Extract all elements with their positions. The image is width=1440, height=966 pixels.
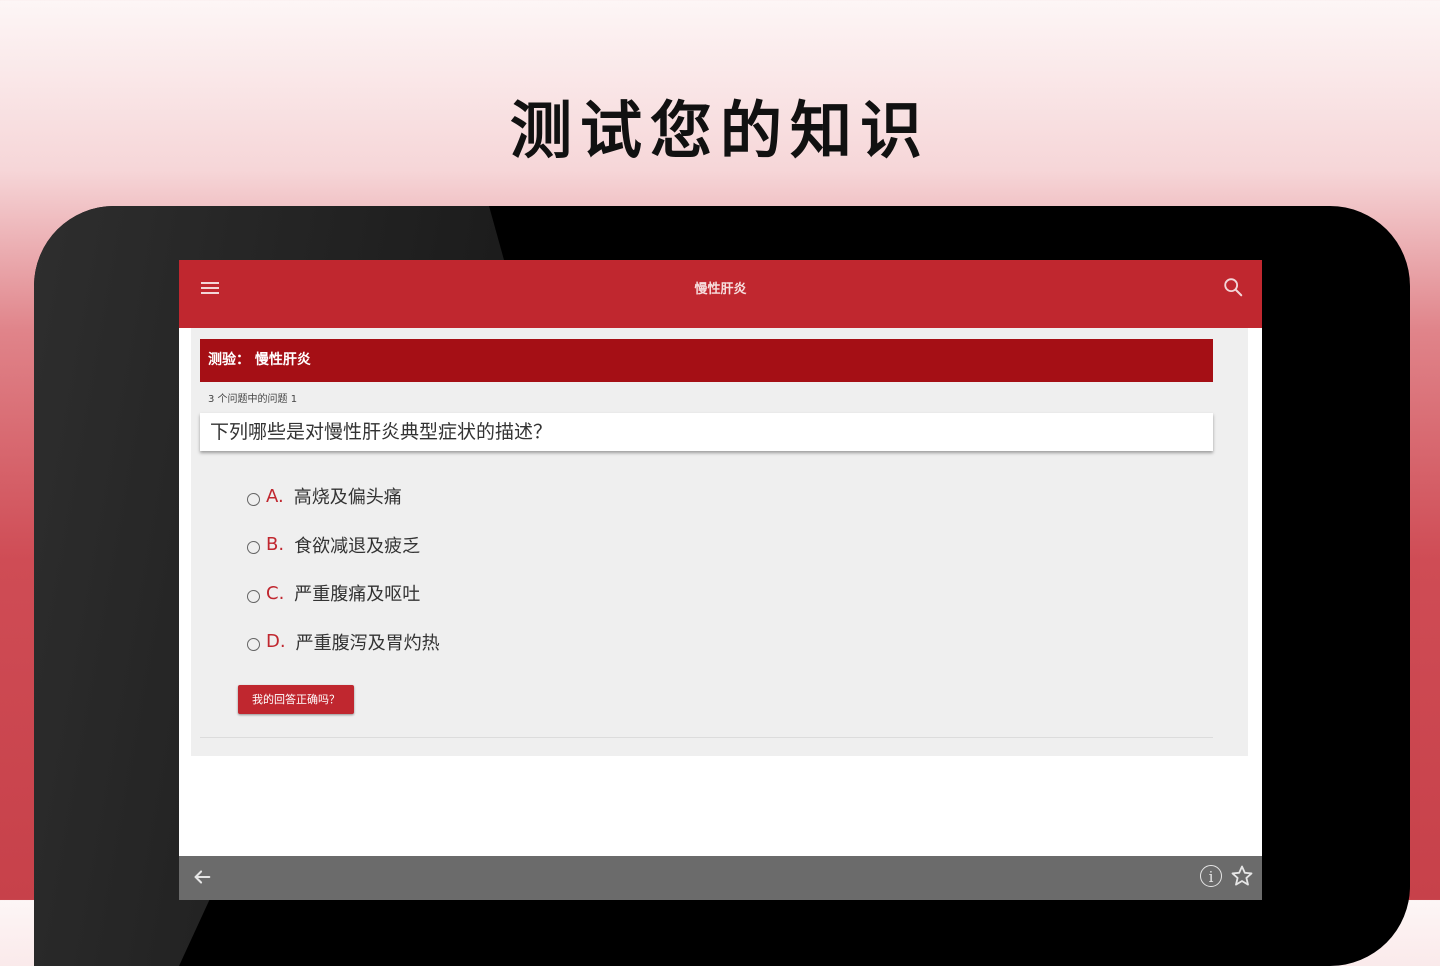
question-text: 下列哪些是对慢性肝炎典型症状的描述？ — [200, 413, 1213, 451]
option-letter: D. — [266, 631, 286, 653]
divider — [200, 737, 1213, 738]
option-text: 食欲减退及疲乏 — [294, 535, 421, 557]
star-icon[interactable] — [1230, 864, 1254, 888]
quiz-title-banner: 测验： 慢性肝炎 — [200, 339, 1213, 382]
radio-button[interactable] — [247, 638, 260, 652]
info-icon[interactable]: i — [1200, 865, 1222, 887]
radio-button[interactable] — [247, 492, 260, 506]
radio-button[interactable] — [247, 589, 260, 603]
answer-options: A. 高烧及偏头痛 B. 食欲减退及疲乏 C. 严重腹痛及呕吐 D. 严重腹泻及… — [247, 472, 440, 666]
bottom-bar: i — [179, 856, 1262, 900]
back-arrow-icon[interactable] — [191, 866, 213, 888]
answer-option-d[interactable]: D. 严重腹泻及胃灼热 — [247, 618, 440, 667]
option-letter: B. — [266, 534, 285, 556]
answer-option-c[interactable]: C. 严重腹痛及呕吐 — [247, 569, 440, 618]
answer-option-b[interactable]: B. 食欲减退及疲乏 — [247, 521, 440, 570]
option-letter: C. — [266, 582, 285, 604]
option-text: 严重腹泻及胃灼热 — [295, 632, 440, 654]
quiz-panel: 测验： 慢性肝炎 3 个问题中的问题 1 下列哪些是对慢性肝炎典型症状的描述？ … — [191, 328, 1248, 756]
promo-headline: 测试您的知识 — [509, 94, 930, 167]
option-letter: A. — [266, 485, 284, 507]
option-text: 高烧及偏头痛 — [293, 487, 402, 509]
radio-button[interactable] — [247, 541, 260, 555]
app-title: 慢性肝炎 — [694, 282, 747, 297]
app-screen: 慢性肝炎 测验： 慢性肝炎 3 个问题中的问题 1 下列哪些是对慢性肝炎典型症状… — [179, 260, 1262, 900]
question-progress: 3 个问题中的问题 1 — [208, 394, 298, 405]
check-answer-button[interactable]: 我的回答正确吗？ — [238, 685, 354, 714]
option-text: 严重腹痛及呕吐 — [294, 584, 421, 606]
app-bar: 慢性肝炎 — [179, 260, 1262, 328]
search-icon[interactable] — [1222, 276, 1244, 298]
answer-option-a[interactable]: A. 高烧及偏头痛 — [247, 472, 440, 521]
